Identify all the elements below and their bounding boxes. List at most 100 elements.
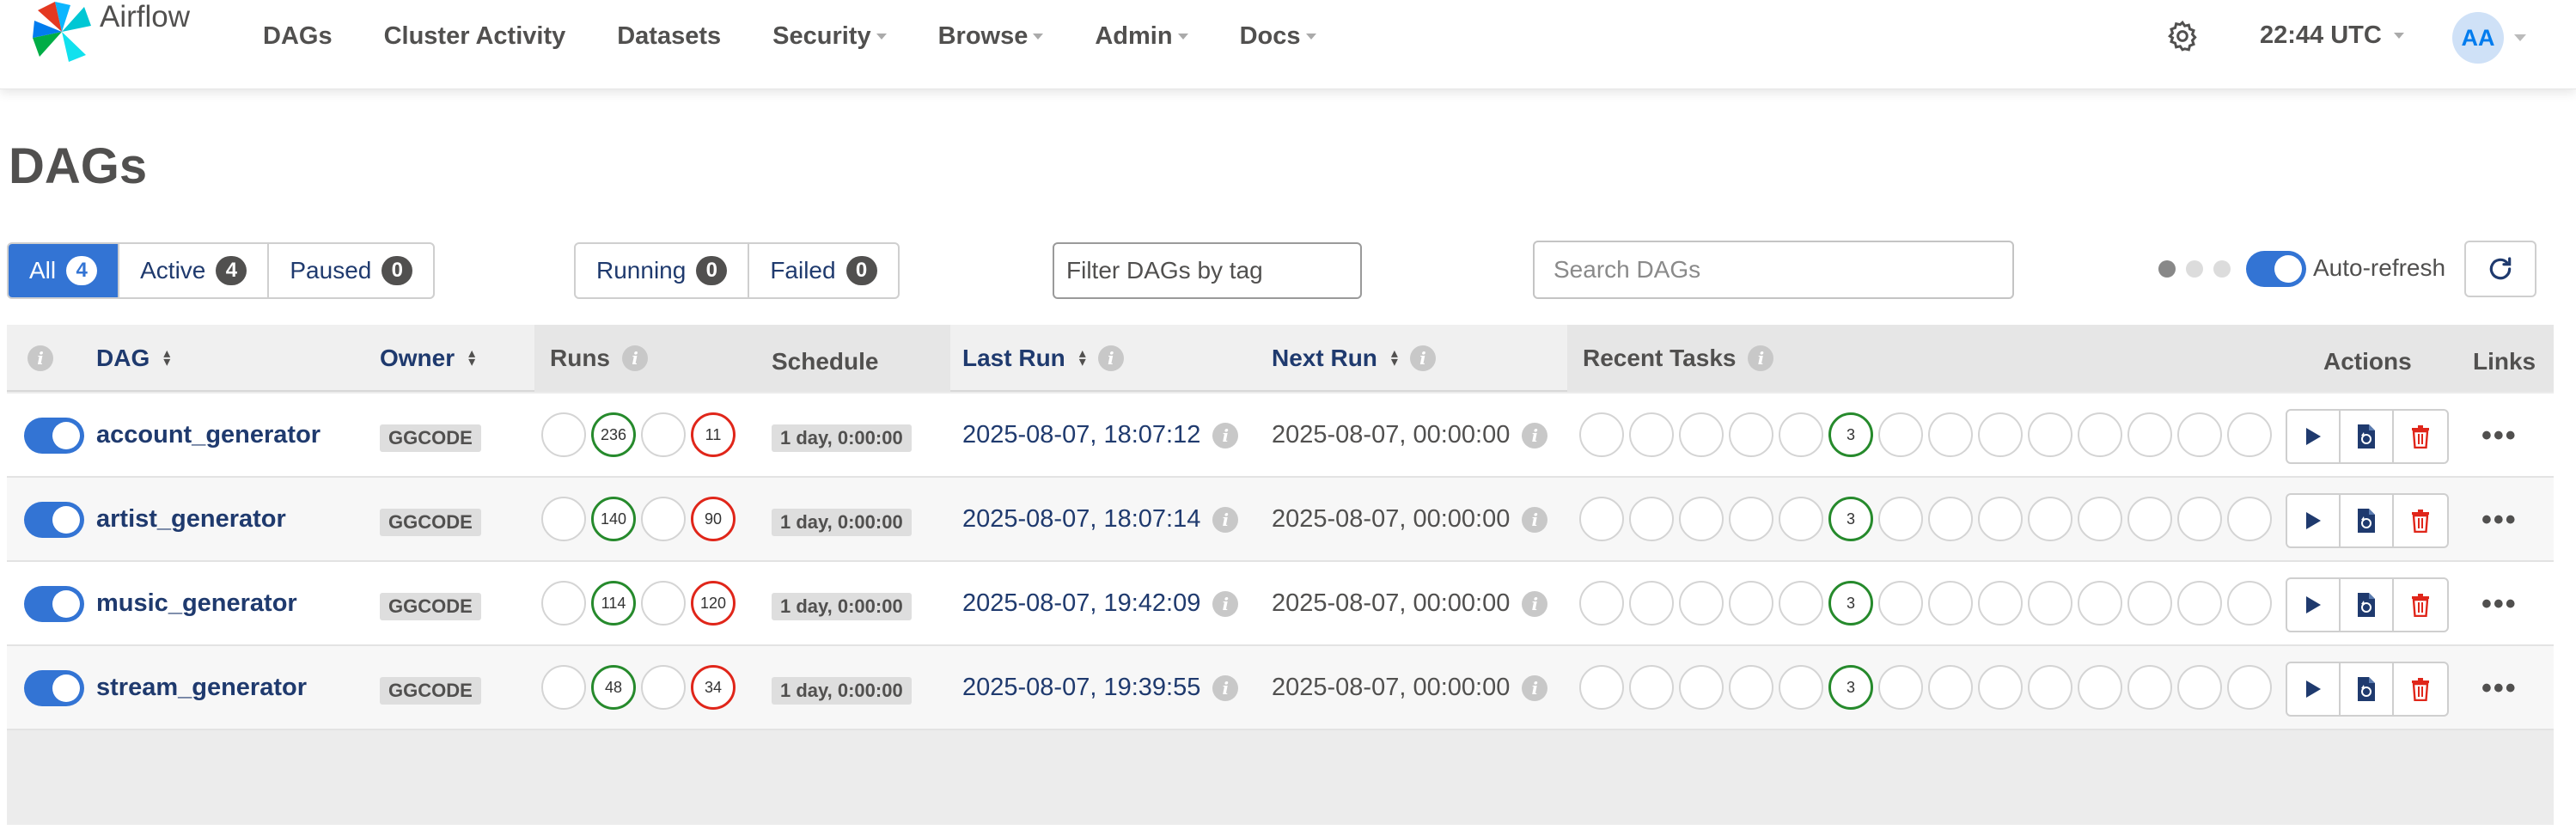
delete-dag-button[interactable] [2394,411,2447,462]
dag-pause-toggle[interactable] [24,670,84,706]
task-state-circle[interactable] [1579,412,1624,457]
last-run-link[interactable]: 2025-08-07, 19:42:09 i [962,589,1239,618]
auto-refresh-toggle[interactable] [2246,251,2306,287]
reparse-dag-button[interactable] [2341,663,2394,715]
trigger-dag-button[interactable] [2287,663,2341,715]
task-state-circle[interactable] [1729,497,1773,541]
filter-all-button[interactable]: All 4 [9,244,120,297]
task-state-circle[interactable] [1729,665,1773,710]
info-icon[interactable]: i [1212,422,1239,449]
run-state-circle[interactable] [641,581,686,626]
owner-tag[interactable]: GGCODE [380,593,481,620]
task-state-circle[interactable] [1779,497,1823,541]
task-state-circle[interactable] [2227,665,2272,710]
task-state-circle[interactable] [2028,665,2072,710]
info-icon[interactable]: i [1212,590,1239,617]
task-state-circle[interactable] [2177,497,2222,541]
run-state-circle[interactable] [541,665,586,710]
task-state-circle[interactable] [2227,581,2272,626]
info-icon[interactable]: i [1097,345,1124,371]
info-icon[interactable]: i [1212,506,1239,533]
info-icon[interactable]: i [27,345,53,371]
run-state-circle[interactable]: 48 [591,665,636,710]
schedule-tag[interactable]: 1 day, 0:00:00 [772,677,912,705]
task-state-circle[interactable] [2127,581,2172,626]
task-state-circle[interactable] [1928,581,1973,626]
delete-dag-button[interactable] [2394,663,2447,715]
task-state-circle[interactable] [1679,497,1724,541]
task-state-circle[interactable] [2028,412,2072,457]
run-state-circle[interactable] [541,497,586,541]
task-state-circle[interactable]: 3 [1828,412,1873,457]
task-state-circle[interactable] [1779,581,1823,626]
task-state-circle[interactable] [1978,581,2023,626]
dag-id-link[interactable]: music_generator [96,589,297,618]
schedule-tag[interactable]: 1 day, 0:00:00 [772,593,912,620]
info-icon[interactable]: i [1748,345,1774,371]
airflow-brand[interactable]: Airflow [29,0,190,64]
run-state-circle[interactable] [641,412,686,457]
task-state-circle[interactable] [1679,412,1724,457]
trigger-dag-button[interactable] [2287,495,2341,546]
task-state-circle[interactable] [1579,497,1624,541]
reparse-dag-button[interactable] [2341,411,2394,462]
reparse-dag-button[interactable] [2341,495,2394,546]
task-state-circle[interactable] [1978,412,2023,457]
run-state-circle[interactable] [641,497,686,541]
task-state-circle[interactable] [1978,665,2023,710]
column-dag[interactable]: DAG ▴ ▾ [96,325,170,392]
task-state-circle[interactable] [1928,497,1973,541]
dag-id-link[interactable]: account_generator [96,421,320,449]
task-state-circle[interactable] [1579,581,1624,626]
owner-tag[interactable]: GGCODE [380,424,481,452]
dag-pause-toggle[interactable] [24,586,84,622]
schedule-tag[interactable]: 1 day, 0:00:00 [772,509,912,536]
last-run-link[interactable]: 2025-08-07, 19:39:55 i [962,674,1239,702]
nav-item-security[interactable]: Security [772,22,887,51]
gear-icon[interactable] [2165,19,2200,53]
nav-item-browse[interactable]: Browse [938,22,1044,51]
task-state-circle[interactable] [2127,412,2172,457]
task-state-circle[interactable] [1978,497,2023,541]
task-state-circle[interactable] [1779,412,1823,457]
dag-id-link[interactable]: artist_generator [96,505,286,534]
delete-dag-button[interactable] [2394,579,2447,631]
task-state-circle[interactable] [2227,412,2272,457]
more-links-button[interactable]: ••• [2481,588,2518,621]
task-state-circle[interactable] [1679,581,1724,626]
refresh-button[interactable] [2464,241,2536,297]
last-run-link[interactable]: 2025-08-07, 18:07:14 i [962,505,1239,534]
run-state-circle[interactable]: 90 [691,497,736,541]
task-state-circle[interactable] [1779,665,1823,710]
more-links-button[interactable]: ••• [2481,672,2518,705]
filter-paused-button[interactable]: Paused 0 [269,244,433,297]
task-state-circle[interactable] [2127,497,2172,541]
filter-failed-button[interactable]: Failed 0 [749,244,897,297]
user-avatar[interactable]: AA [2452,12,2504,64]
task-state-circle[interactable] [1629,581,1674,626]
column-next-run[interactable]: Next Run ▴ ▾ i [1272,325,1436,392]
task-state-circle[interactable] [1629,497,1674,541]
filter-active-button[interactable]: Active 4 [119,244,270,297]
dag-pause-toggle[interactable] [24,418,84,454]
info-icon[interactable]: i [1212,674,1239,701]
more-links-button[interactable]: ••• [2481,503,2518,537]
filter-running-button[interactable]: Running 0 [576,244,750,297]
nav-item-admin[interactable]: Admin [1095,22,1188,51]
task-state-circle[interactable] [1629,412,1674,457]
task-state-circle[interactable] [2028,497,2072,541]
task-state-circle[interactable] [2028,581,2072,626]
task-state-circle[interactable] [2177,412,2222,457]
info-icon[interactable]: i [1522,590,1548,617]
trigger-dag-button[interactable] [2287,411,2341,462]
task-state-circle[interactable] [1579,665,1624,710]
task-state-circle[interactable] [1729,581,1773,626]
owner-tag[interactable]: GGCODE [380,677,481,705]
task-state-circle[interactable] [2078,581,2122,626]
nav-item-docs[interactable]: Docs [1240,22,1316,51]
nav-item-cluster-activity[interactable]: Cluster Activity [384,22,566,51]
info-icon[interactable]: i [622,345,648,371]
info-icon[interactable]: i [1522,674,1548,701]
dag-id-link[interactable]: stream_generator [96,674,307,702]
reparse-dag-button[interactable] [2341,579,2394,631]
